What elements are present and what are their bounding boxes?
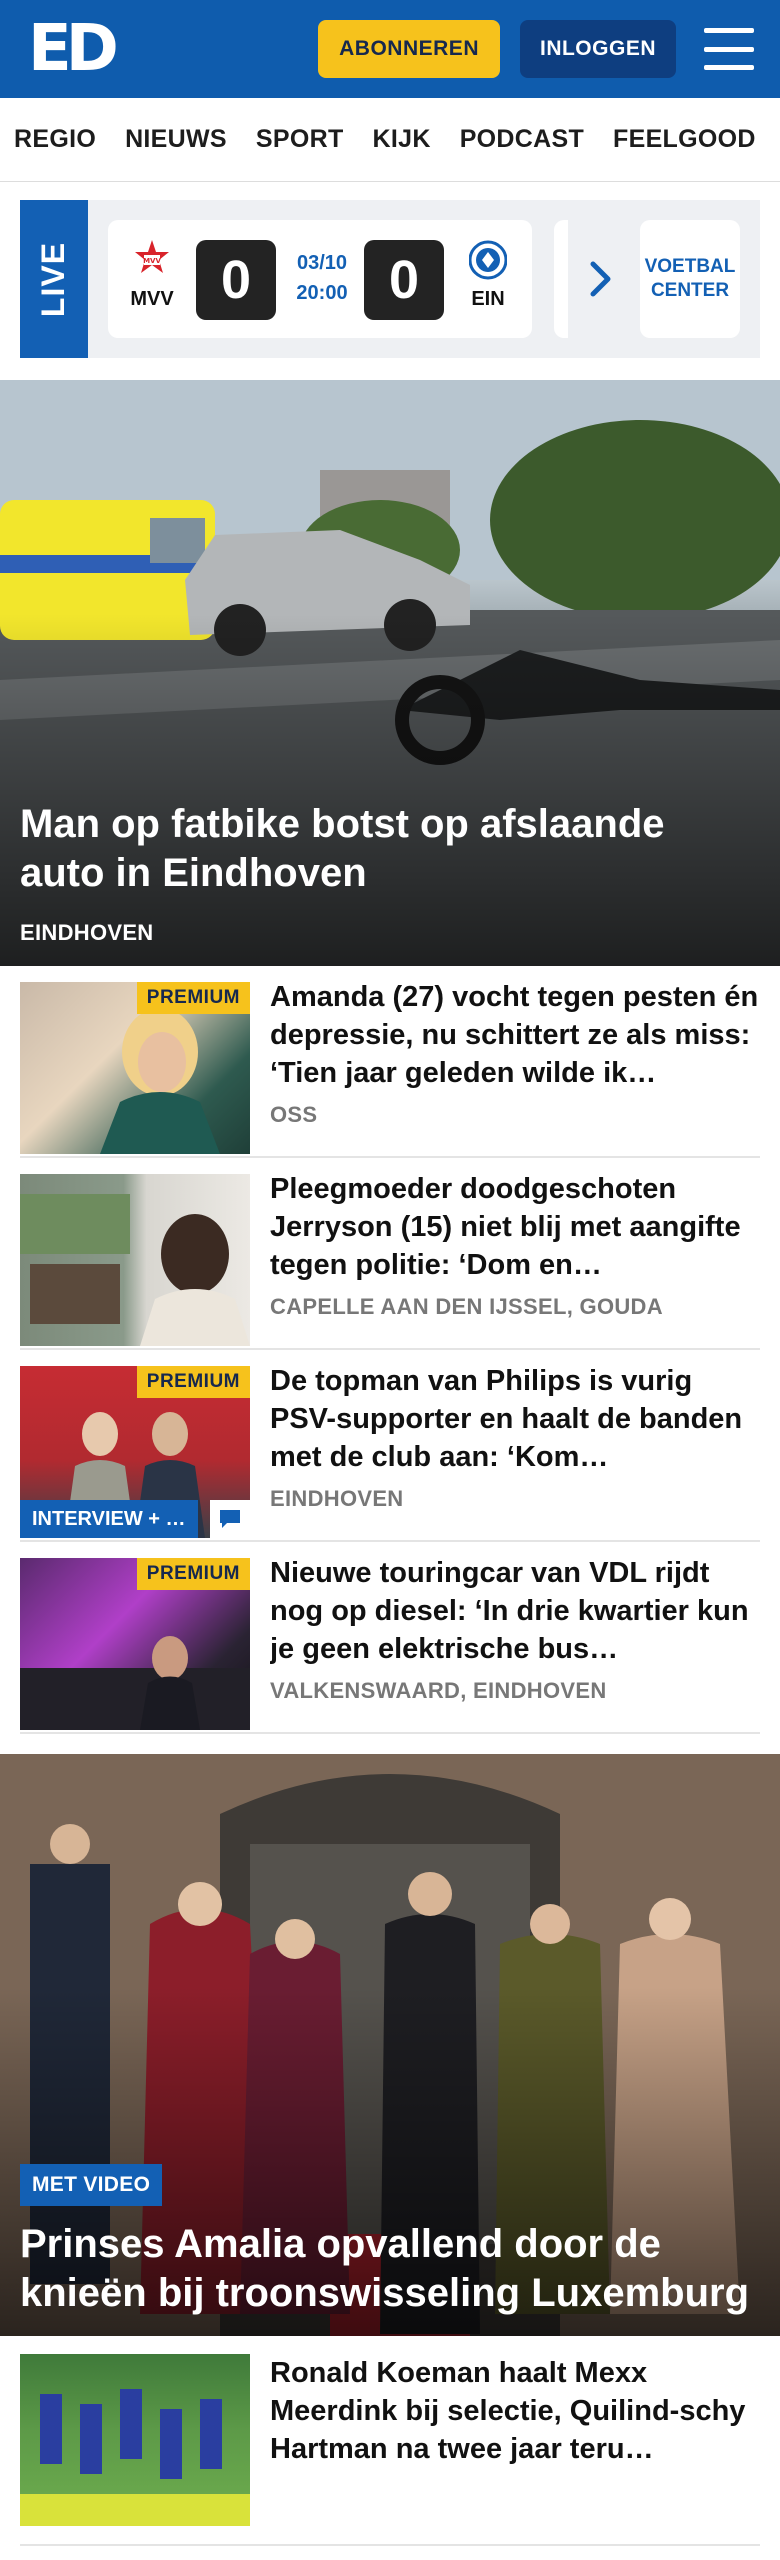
- hero-article-amalia[interactable]: MET VIDEO Prinses Amalia opvallend door …: [0, 1754, 780, 2336]
- main-nav: REGIO NIEUWS SPORT KIJK PODCAST FEELGOOD: [0, 98, 780, 182]
- article-item[interactable]: Pleegmoeder doodgeschoten Jerryson (15) …: [20, 1158, 760, 1350]
- header-actions: ABONNEREN INLOGGEN: [318, 20, 754, 78]
- article-location: EINDHOVEN: [270, 1486, 404, 1511]
- article-location: VALKENSWAARD, EINDHOVEN: [270, 1678, 607, 1703]
- article-title[interactable]: Ronald Koeman haalt Mexx Meerdink bij se…: [270, 2354, 760, 2468]
- logo-text: ED: [28, 12, 119, 86]
- nav-item-sport[interactable]: SPORT: [256, 125, 344, 154]
- comment-icon: [210, 1500, 250, 1538]
- home-team: MVV MVV: [122, 240, 182, 311]
- article-location: OSS: [270, 1102, 318, 1127]
- premium-badge: PREMIUM: [136, 1558, 250, 1590]
- hero-tag: EINDHOVEN: [20, 920, 154, 945]
- svg-text:MVV: MVV: [143, 257, 161, 265]
- match-datetime: 03/10 20:00: [276, 248, 368, 308]
- article-thumbnail: [20, 2354, 250, 2526]
- site-logo[interactable]: ED: [28, 17, 119, 81]
- interview-label: INTERVIEW + …: [20, 1500, 198, 1538]
- home-score: 0: [196, 240, 276, 320]
- article-title[interactable]: Amanda (27) vocht tegen pesten én depres…: [270, 978, 760, 1092]
- mvv-crest-icon: MVV: [132, 240, 172, 280]
- site-header: ED ABONNEREN INLOGGEN: [0, 0, 780, 98]
- hero-shade: [0, 614, 780, 966]
- nav-item-kijk[interactable]: KIJK: [373, 125, 431, 154]
- article-item[interactable]: PREMIUM Nieuwe touringcar van VDL rijdt …: [20, 1542, 760, 1734]
- nav-item-podcast[interactable]: PODCAST: [460, 125, 584, 154]
- home-team-name: MVV: [130, 288, 174, 310]
- article-title[interactable]: Nieuwe touringcar van VDL rijdt nog op d…: [270, 1554, 760, 1668]
- next-match-card[interactable]: [554, 220, 568, 338]
- hero-title[interactable]: Prinses Amalia opvallend door de knieën …: [20, 2220, 750, 2318]
- match-card[interactable]: MVV MVV 0 03/10 20:00 0 EIN: [108, 220, 532, 338]
- subscribe-button[interactable]: ABONNEREN: [318, 20, 500, 78]
- article-item[interactable]: Ronald Koeman haalt Mexx Meerdink bij se…: [20, 2354, 760, 2546]
- premium-badge: PREMIUM: [136, 1366, 250, 1398]
- live-scores: LIVE MVV MVV 0 03/10 20:00 0 EIN VOETBAL…: [20, 200, 760, 358]
- article-thumbnail: PREMIUM INTERVIEW + …: [20, 1366, 250, 1538]
- away-team: EIN: [458, 240, 518, 311]
- match-time: 20:00: [296, 282, 348, 304]
- premium-badge: PREMIUM: [136, 982, 250, 1014]
- match-date: 03/10: [296, 252, 348, 274]
- video-badge: MET VIDEO: [20, 2164, 163, 2206]
- article-item[interactable]: PREMIUM INTERVIEW + … De topman van Phil…: [20, 1350, 760, 1542]
- nav-item-nieuws[interactable]: NIEUWS: [125, 125, 227, 154]
- nav-item-regio[interactable]: REGIO: [14, 125, 96, 154]
- chevron-right-icon[interactable]: [588, 260, 614, 303]
- article-title[interactable]: De topman van Philips is vurig PSV-suppo…: [270, 1362, 760, 1476]
- live-tab: LIVE: [20, 200, 88, 358]
- hamburger-icon[interactable]: [704, 28, 754, 70]
- article-title[interactable]: Pleegmoeder doodgeschoten Jerryson (15) …: [270, 1170, 760, 1284]
- football-center-button[interactable]: VOETBAL CENTER: [640, 220, 740, 338]
- article-thumbnail: PREMIUM: [20, 982, 250, 1154]
- away-team-name: EIN: [471, 288, 505, 310]
- nav-item-feelgood[interactable]: FEELGOOD: [613, 125, 756, 154]
- article-thumbnail: [20, 1174, 250, 1346]
- hero-article-fatbike[interactable]: Man op fatbike botst op afslaande auto i…: [0, 380, 780, 966]
- article-item[interactable]: PREMIUM Amanda (27) vocht tegen pesten é…: [20, 966, 760, 1158]
- article-location: CAPELLE AAN DEN IJSSEL, GOUDA: [270, 1294, 663, 1319]
- article-thumbnail: PREMIUM: [20, 1558, 250, 1730]
- away-score: 0: [364, 240, 444, 320]
- ein-crest-icon: [468, 240, 508, 280]
- live-label: LIVE: [35, 241, 72, 317]
- hero-title[interactable]: Man op fatbike botst op afslaande auto i…: [20, 800, 750, 898]
- login-button[interactable]: INLOGGEN: [519, 20, 676, 78]
